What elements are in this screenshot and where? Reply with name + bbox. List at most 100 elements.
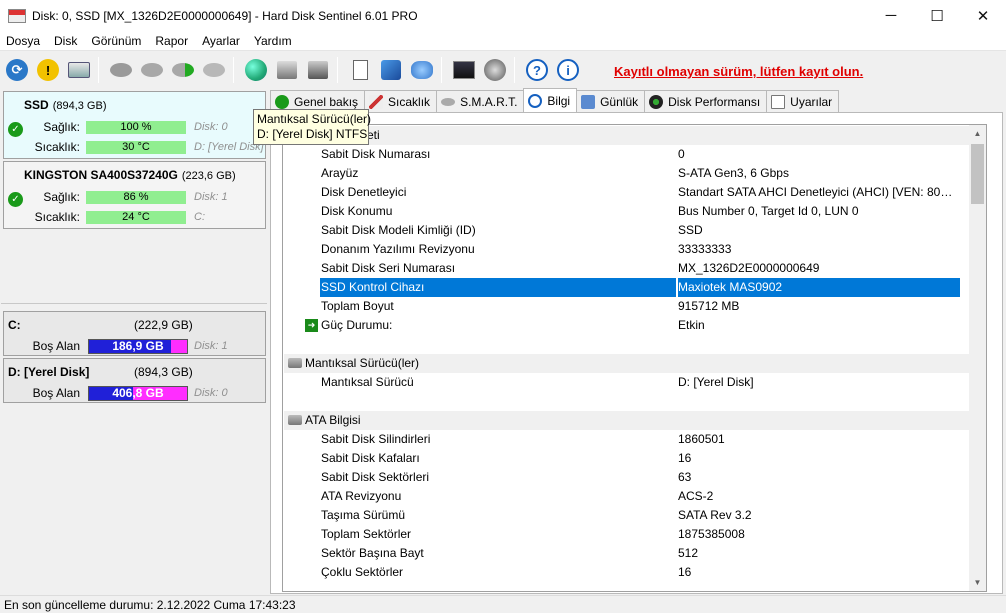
info-row[interactable]: Sabit Disk Numarası 0 — [284, 145, 972, 164]
disk-search-button[interactable] — [200, 56, 228, 84]
help-button[interactable]: ? — [523, 56, 551, 84]
tab-performance[interactable]: Disk Performansı — [644, 90, 768, 112]
info-grid[interactable]: eti Sabit Disk Numarası 0 Arayüz S-ATA Gen… — [282, 124, 987, 592]
info-row-name: Donanım Yazılımı Revizyonu — [321, 242, 475, 256]
info-row-name: Sabit Disk Silindirleri — [321, 432, 431, 446]
window-controls: ─ ☐ ✕ — [868, 0, 1006, 31]
info-row-name: Mantıksal Sürücü — [321, 375, 414, 389]
drive-icon — [308, 61, 328, 79]
title-bar: Disk: 0, SSD [MX_1326D2E0000000649] - Ha… — [0, 0, 1006, 31]
disk-list-panel: SSD (894,3 GB) ✓ Sağlık: 100 % Disk: 0 Sı… — [1, 89, 267, 594]
info-row[interactable]: Mantıksal Sürücü D: [Yerel Disk] — [284, 373, 972, 392]
disk-button[interactable] — [65, 56, 93, 84]
disk-tool-icon — [110, 63, 132, 77]
report-button[interactable] — [346, 56, 374, 84]
disk-test-icon — [141, 63, 163, 77]
alert-button[interactable]: ! — [34, 56, 62, 84]
info-row-value: 63 — [678, 470, 692, 484]
info-row-name: Sabit Disk Kafaları — [321, 451, 420, 465]
info-row[interactable]: Toplam Boyut 915712 MB — [284, 297, 972, 316]
laptop-button[interactable] — [450, 56, 478, 84]
scroll-up-icon[interactable]: ▲ — [969, 125, 986, 142]
menu-ayarlar[interactable]: Ayarlar — [195, 34, 247, 48]
refresh-button[interactable]: ⟳ — [3, 56, 31, 84]
info-row[interactable]: Çoklu Sektörler 16 — [284, 563, 972, 582]
info-row[interactable]: Disk Konumu Bus Number 0, Target Id 0, LU… — [284, 202, 972, 221]
server-button[interactable] — [273, 56, 301, 84]
disk-check-icon — [172, 63, 194, 77]
disk-check-button[interactable] — [169, 56, 197, 84]
info-row[interactable]: Taşıma Sürümü SATA Rev 3.2 — [284, 506, 972, 525]
sound-button[interactable] — [481, 56, 509, 84]
tab-log[interactable]: Günlük — [576, 90, 646, 112]
info-row[interactable]: Sabit Disk Kafaları 16 — [284, 449, 972, 468]
info-row-value: SATA Rev 3.2 — [678, 508, 752, 522]
info-row-selected[interactable]: SSD Kontrol Cihazı Maxiotek MAS0902 — [284, 278, 972, 297]
section-title: Mantıksal Sürücü(ler) — [305, 356, 420, 370]
cloud-button[interactable] — [408, 56, 436, 84]
info-icon — [528, 93, 543, 108]
disk-test-button[interactable] — [138, 56, 166, 84]
scrollbar-thumb[interactable] — [971, 144, 984, 204]
info-row[interactable]: Disk Denetleyici Standart SATA AHCI Denet… — [284, 183, 972, 202]
close-button[interactable]: ✕ — [960, 0, 1006, 31]
network-button[interactable] — [242, 56, 270, 84]
tab-label: Uyarılar — [790, 94, 833, 109]
info-row-name: Sabit Disk Sektörleri — [321, 470, 430, 484]
menu-dosya[interactable]: Dosya — [0, 34, 47, 48]
minimize-button[interactable]: ─ — [868, 0, 914, 31]
info-row[interactable]: ➜ Güç Durumu: Etkin — [284, 316, 972, 335]
menu-gorunum[interactable]: Görünüm — [84, 34, 148, 48]
sync-button[interactable] — [377, 56, 405, 84]
disk-item-kingston[interactable]: KINGSTON SA400S37240G (223,6 GB) ✓ Sağlık… — [3, 161, 266, 229]
volume-item-d[interactable]: D: [Yerel Disk] (894,3 GB) Boş Alan 406,… — [3, 358, 266, 403]
hard-disk-icon — [68, 62, 90, 78]
info-row[interactable]: Sabit Disk Modeli Kimliği (ID) SSD — [284, 221, 972, 240]
temperature-label: Sıcaklık: — [34, 140, 80, 154]
register-link[interactable]: Kayıtlı olmayan sürüm, lütfen kayıt olun… — [614, 64, 863, 79]
info-row[interactable]: Sabit Disk Silindirleri 1860501 — [284, 430, 972, 449]
server-icon — [277, 61, 297, 79]
info-row[interactable]: Toplam Sektörler 1875385008 — [284, 525, 972, 544]
disk-tool-1-button[interactable] — [107, 56, 135, 84]
temperature-bar: 24 °C — [86, 211, 186, 224]
info-row[interactable]: Arayüz S-ATA Gen3, 6 Gbps — [284, 164, 972, 183]
toolbar-separator — [337, 57, 338, 83]
info-row-value: 915712 MB — [678, 299, 740, 313]
info-row[interactable]: Sabit Disk Seri Numarası MX_1326D2E000000… — [284, 259, 972, 278]
toolbar-separator — [514, 57, 515, 83]
free-space-bar: 406,8 GB — [88, 386, 188, 401]
disk-item-ssd[interactable]: SSD (894,3 GB) ✓ Sağlık: 100 % Disk: 0 Sı… — [3, 91, 266, 159]
info-row-name: Arayüz — [321, 166, 359, 180]
info-row-value: Standart SATA AHCI Denetleyici (AHCI) [V… — [678, 185, 958, 199]
info-row-value: MX_1326D2E0000000649 — [678, 261, 820, 275]
maximize-button[interactable]: ☐ — [914, 0, 960, 31]
report-icon — [352, 60, 368, 80]
panel-splitter[interactable] — [1, 303, 267, 307]
tab-alerts[interactable]: Uyarılar — [766, 90, 840, 112]
arrow-right-icon: ➜ — [305, 319, 318, 332]
tab-temperature[interactable]: Sıcaklık — [364, 90, 438, 112]
menu-disk[interactable]: Disk — [47, 34, 84, 48]
scroll-down-icon[interactable]: ▼ — [969, 574, 986, 591]
info-row[interactable]: Donanım Yazılımı Revizyonu 33333333 — [284, 240, 972, 259]
vertical-scrollbar[interactable]: ▲ ▼ — [969, 125, 986, 591]
volume-item-c[interactable]: C: (222,9 GB) Boş Alan 186,9 GB Disk: 1 — [3, 311, 266, 356]
tab-label: S.M.A.R.T. — [460, 94, 518, 109]
info-row-value: ACS-2 — [678, 489, 714, 503]
info-row[interactable]: ATA Revizyonu ACS-2 — [284, 487, 972, 506]
toolbar: ⟳ ! ? i Kayıtlı olmayan sürüm, lütfen ka… — [0, 52, 1006, 88]
drive-button[interactable] — [304, 56, 332, 84]
info-row[interactable]: Sabit Disk Sektörleri 63 — [284, 468, 972, 487]
tab-smart[interactable]: S.M.A.R.T. — [436, 90, 525, 112]
info-row[interactable]: Sektör Başına Bayt 512 — [284, 544, 972, 563]
tab-info[interactable]: Bilgi — [523, 88, 578, 112]
toolbar-separator — [98, 57, 99, 83]
menu-rapor[interactable]: Rapor — [148, 34, 195, 48]
info-row-value: 16 — [678, 451, 692, 465]
speaker-icon — [484, 59, 506, 81]
volume-size: (894,3 GB) — [134, 365, 193, 379]
info-button[interactable]: i — [554, 56, 582, 84]
menu-yardim[interactable]: Yardım — [247, 34, 299, 48]
app-icon[interactable] — [8, 8, 26, 23]
